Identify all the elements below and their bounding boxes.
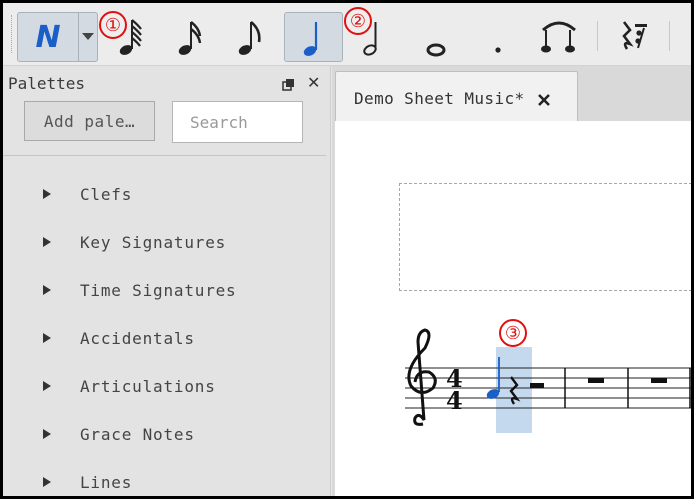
callout-2: ② [344,7,372,35]
augmentation-dot-icon [495,47,501,53]
palette-label: Key Signatures [80,232,227,252]
app-window: N ① ② Palettes ✕ Add pale… Search Clefs … [3,3,691,496]
expand-arrow-icon[interactable] [43,285,51,295]
quarter-note-button[interactable] [284,12,343,62]
note-input-dropdown-button[interactable] [79,12,98,62]
half-rest[interactable] [530,383,544,388]
score-staff: 4 4 [405,328,691,433]
float-panel-button[interactable] [282,76,294,95]
measure-rest[interactable] [588,378,604,383]
eighth-note-button[interactable] [233,12,267,60]
sixteenth-note-button[interactable] [173,12,207,60]
tab-demo-sheet-music[interactable]: Demo Sheet Music* [335,71,578,123]
close-tab-button[interactable] [537,92,551,111]
toolbar-grip[interactable] [11,15,15,53]
whole-note-button[interactable] [421,12,451,60]
palette-item-articulations[interactable]: Articulations [3,366,326,406]
callout-3: ③ [499,319,527,347]
toolbar-separator [669,21,670,51]
rest-icon [622,21,647,50]
treble-clef-icon[interactable] [407,328,437,426]
tab-label: Demo Sheet Music* [354,89,525,108]
close-icon [538,94,550,106]
tie-button[interactable] [536,12,582,60]
palette-item-time-signatures[interactable]: Time Signatures [3,270,326,310]
measure-rest[interactable] [651,378,667,383]
quarter-note-icon [303,22,317,56]
eighth-note-icon [238,20,261,55]
undock-icon [282,79,294,91]
palette-label: Accidentals [80,328,195,348]
whole-note-icon [426,43,446,57]
expand-arrow-icon[interactable] [43,429,51,439]
augmentation-dot-button[interactable] [485,12,511,60]
time-signature-bottom[interactable]: 4 [446,386,463,415]
toolbar-separator [597,21,598,51]
palette-label: Grace Notes [80,424,195,444]
quarter-note[interactable] [485,357,501,401]
panel-divider [3,155,326,156]
expand-arrow-icon[interactable] [43,477,51,487]
palette-item-grace-notes[interactable]: Grace Notes [3,414,326,454]
palette-search-input[interactable] [172,101,303,143]
palette-item-key-signatures[interactable]: Key Signatures [3,222,326,262]
palette-label: Time Signatures [80,280,237,300]
palette-item-clefs[interactable]: Clefs [3,174,326,214]
palettes-panel: Palettes ✕ Add pale… Clefs Key Signature… [3,66,331,496]
expand-arrow-icon[interactable] [43,189,51,199]
close-panel-button[interactable]: ✕ [307,73,320,92]
note-input-button[interactable]: N [17,12,79,62]
sixteenth-note-icon [178,21,202,55]
panel-title: Palettes [8,74,86,93]
score-canvas[interactable]: 4 4 ③ [335,121,691,496]
palette-label: Lines [80,472,133,492]
callout-1: ① [99,11,127,39]
palette-item-lines[interactable]: Lines [3,462,326,496]
palette-label: Articulations [80,376,216,396]
note-input-icon: N [35,19,61,55]
expand-arrow-icon[interactable] [43,237,51,247]
tie-icon [541,21,576,53]
chevron-down-icon [82,33,94,40]
close-icon: ✕ [307,73,321,92]
expand-arrow-icon[interactable] [43,381,51,391]
add-palette-button[interactable]: Add pale… [24,101,155,141]
document-area: Demo Sheet Music* 4 4 ③ [332,66,691,496]
palette-item-accidentals[interactable]: Accidentals [3,318,326,358]
expand-arrow-icon[interactable] [43,333,51,343]
palette-label: Clefs [80,184,133,204]
selection-highlight [496,347,532,433]
note-input-toolbar: N ① ② [3,3,691,66]
rest-button[interactable] [611,12,655,60]
